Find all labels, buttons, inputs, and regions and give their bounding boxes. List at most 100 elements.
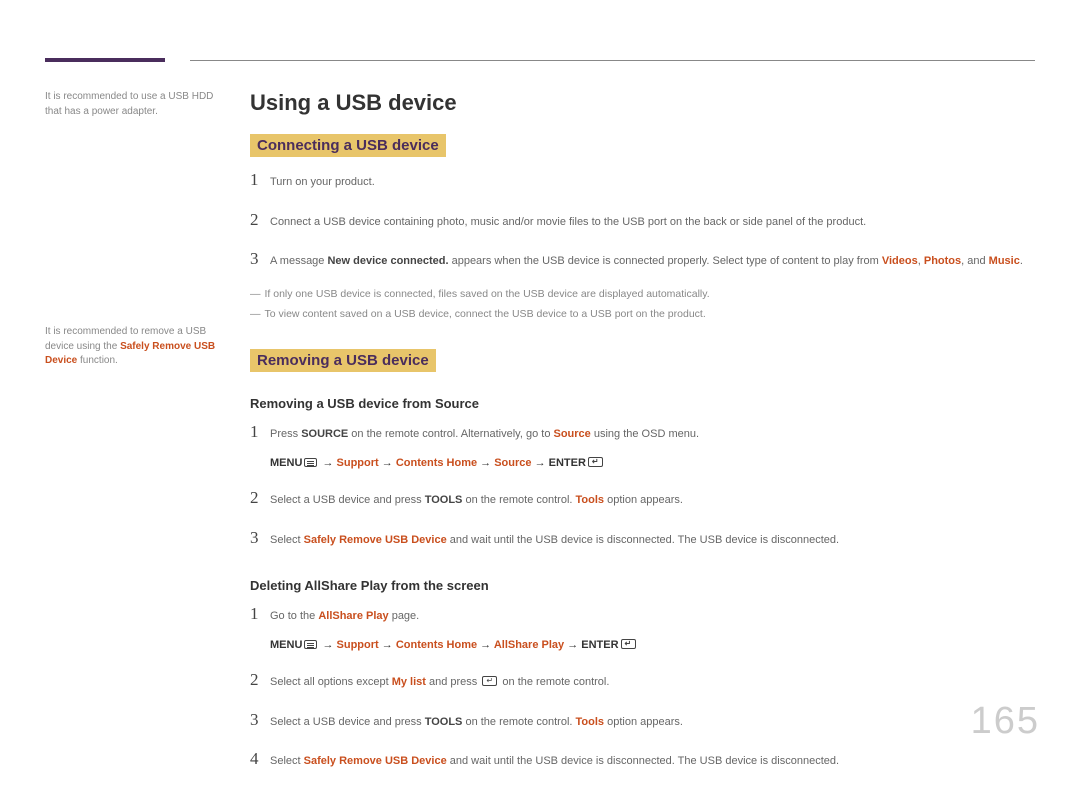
menu-path: MENU → Support → Contents Home → Source … [270, 455, 1035, 472]
menu-icon [304, 458, 317, 467]
text: on the remote control. [499, 676, 609, 688]
step-number: 2 [250, 667, 270, 693]
arrow: → [477, 457, 494, 469]
path-source: Source [494, 457, 531, 469]
step-body: Press SOURCE on the remote control. Alte… [270, 426, 1035, 471]
subheading-allshare: Deleting AllShare Play from the screen [250, 578, 1035, 593]
text: A message [270, 255, 327, 267]
bold-text: TOOLS [425, 716, 463, 728]
menu-icon [304, 640, 317, 649]
step-body: Select Safely Remove USB Device and wait… [270, 753, 1035, 770]
header-rule [45, 58, 1035, 62]
sidebar-note-2: It is recommended to remove a USB device… [45, 325, 228, 369]
step-number: 3 [250, 707, 270, 733]
step-body: Connect a USB device containing photo, m… [270, 214, 1035, 231]
safely-remove-link: Safely Remove USB Device [304, 534, 447, 546]
allshare-play-link: AllShare Play [318, 610, 388, 622]
sidebar-note-2-post: function. [77, 355, 118, 366]
enter-label: ENTER [549, 457, 586, 469]
step-body: Select a USB device and press TOOLS on t… [270, 714, 1035, 731]
content-columns: It is recommended to use a USB HDD that … [45, 90, 1035, 786]
text: Select a USB device and press [270, 716, 425, 728]
arrow: → [564, 639, 581, 651]
text: and press [426, 676, 480, 688]
section-heading-removing: Removing a USB device [250, 349, 436, 372]
divider [190, 60, 1035, 61]
arrow: → [379, 639, 396, 651]
page: It is recommended to use a USB HDD that … [0, 0, 1080, 786]
page-number: 165 [971, 700, 1040, 743]
connect-step-2: 2 Connect a USB device containing photo,… [250, 207, 1035, 233]
accent-bar [45, 58, 165, 62]
text: . [1020, 255, 1023, 267]
text: on the remote control. Alternatively, go… [348, 428, 553, 440]
page-title: Using a USB device [250, 90, 1035, 116]
text: and wait until the USB device is disconn… [447, 534, 839, 546]
step-number: 1 [250, 419, 270, 445]
bold-text: SOURCE [301, 428, 348, 440]
allshare-step-1: 1 Go to the AllShare Play page. MENU → S… [250, 601, 1035, 653]
arrow: → [319, 457, 336, 469]
text: Select a USB device and press [270, 494, 425, 506]
subheading-from-source: Removing a USB device from Source [250, 396, 1035, 411]
source-step-2: 2 Select a USB device and press TOOLS on… [250, 485, 1035, 511]
section-heading-connecting: Connecting a USB device [250, 134, 446, 157]
sidebar-note-1: It is recommended to use a USB HDD that … [45, 90, 228, 119]
sidebar: It is recommended to use a USB HDD that … [45, 90, 250, 786]
connect-step-3: 3 A message New device connected. appear… [250, 246, 1035, 272]
note-line-1: If only one USB device is connected, fil… [250, 286, 1035, 303]
text: Press [270, 428, 301, 440]
tools-link: Tools [576, 494, 605, 506]
step-body: Select a USB device and press TOOLS on t… [270, 492, 1035, 509]
text: using the OSD menu. [591, 428, 699, 440]
arrow: → [379, 457, 396, 469]
source-step-1: 1 Press SOURCE on the remote control. Al… [250, 419, 1035, 471]
tools-link: Tools [576, 716, 605, 728]
text: option appears. [604, 716, 683, 728]
step-body: Go to the AllShare Play page. MENU → Sup… [270, 608, 1035, 653]
path-support: Support [337, 457, 379, 469]
path-contents-home: Contents Home [396, 457, 477, 469]
enter-icon [621, 639, 636, 649]
step-body: Turn on your product. [270, 174, 1035, 191]
text: page. [389, 610, 420, 622]
arrow: → [319, 639, 336, 651]
note-line-2: To view content saved on a USB device, c… [250, 306, 1035, 323]
text: and wait until the USB device is disconn… [447, 755, 839, 767]
connect-step-1: 1 Turn on your product. [250, 167, 1035, 193]
bold-text: New device connected. [327, 255, 448, 267]
enter-label: ENTER [581, 639, 618, 651]
text: , and [961, 255, 989, 267]
photos-link: Photos [924, 255, 961, 267]
my-list-link: My list [392, 676, 426, 688]
step-body: Select Safely Remove USB Device and wait… [270, 532, 1035, 549]
step-number: 1 [250, 167, 270, 193]
enter-icon [482, 676, 497, 686]
music-link: Music [989, 255, 1020, 267]
text: Select all options except [270, 676, 392, 688]
path-support: Support [337, 639, 379, 651]
step-number: 2 [250, 485, 270, 511]
step-number: 3 [250, 246, 270, 272]
text: option appears. [604, 494, 683, 506]
step-number: 4 [250, 746, 270, 772]
menu-label: MENU [270, 457, 302, 469]
step-number: 1 [250, 601, 270, 627]
path-allshare-play: AllShare Play [494, 639, 564, 651]
arrow: → [477, 639, 494, 651]
allshare-step-3: 3 Select a USB device and press TOOLS on… [250, 707, 1035, 733]
source-step-3: 3 Select Safely Remove USB Device and wa… [250, 525, 1035, 551]
videos-link: Videos [882, 255, 918, 267]
text: on the remote control. [462, 716, 575, 728]
text: Go to the [270, 610, 318, 622]
step-number: 3 [250, 525, 270, 551]
arrow: → [532, 457, 549, 469]
path-contents-home: Contents Home [396, 639, 477, 651]
text: Select [270, 755, 304, 767]
safely-remove-link: Safely Remove USB Device [304, 755, 447, 767]
text: Select [270, 534, 304, 546]
allshare-step-2: 2 Select all options except My list and … [250, 667, 1035, 693]
text: on the remote control. [462, 494, 575, 506]
text: appears when the USB device is connected… [449, 255, 882, 267]
bold-text: TOOLS [425, 494, 463, 506]
